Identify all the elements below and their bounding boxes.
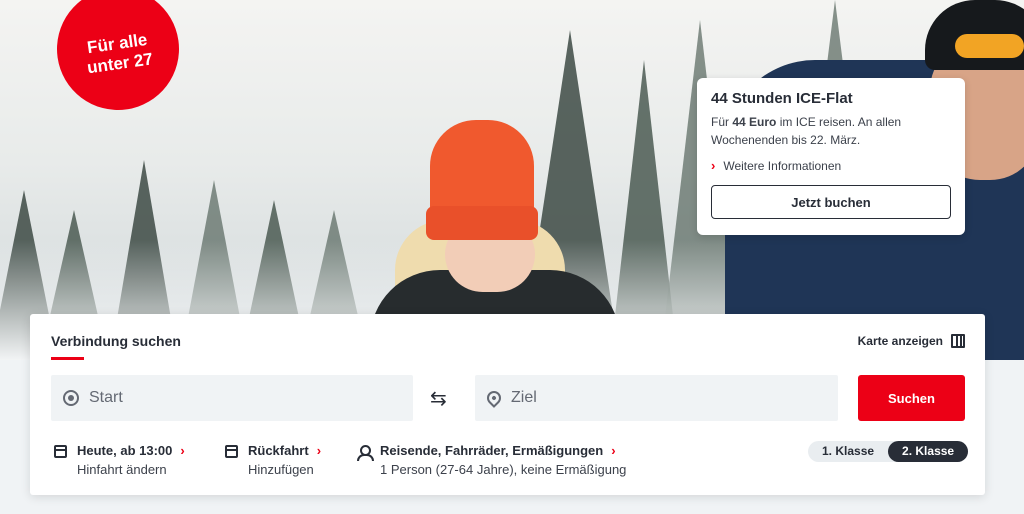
outbound-change: Hinfahrt ändern (77, 462, 167, 477)
chevron-right-icon: › (316, 443, 322, 458)
man-goggles (955, 34, 1024, 58)
promo-badge-text: Für alle unter 27 (85, 29, 155, 78)
chevron-right-icon: › (711, 158, 716, 173)
book-now-button[interactable]: Jetzt buchen (711, 185, 951, 219)
swap-icon[interactable]: ⇆ (430, 386, 447, 411)
more-info-label: Weitere Informationen (723, 158, 842, 173)
travellers-summary: 1 Person (27-64 Jahre), keine Ermäßigung (380, 462, 627, 477)
promo-card: 44 Stunden ICE-Flat Für 44 Euro im ICE r… (697, 78, 965, 235)
promo-text-pre: Für (711, 115, 733, 129)
return-label: Rückfahrt (248, 443, 309, 458)
class-toggle: 1. Klasse 2. Klasse (808, 441, 969, 462)
calendar-icon (54, 445, 67, 458)
more-info-link[interactable]: › Weitere Informationen (711, 158, 951, 173)
calendar-icon (225, 445, 238, 458)
promo-text: Für 44 Euro im ICE reisen. An allen Woch… (711, 113, 951, 149)
location-icon (63, 390, 79, 406)
map-pin-icon (484, 388, 504, 408)
panel-title: Verbindung suchen (51, 333, 181, 349)
outbound-date: Heute, ab 13:00 (77, 443, 173, 458)
map-icon (951, 334, 965, 348)
woman-hat (426, 120, 538, 240)
promo-price: 44 Euro (732, 115, 777, 129)
chevron-right-icon: › (180, 443, 185, 458)
outbound-option[interactable]: Heute, ab 13:00 › Hinfahrt ändern (54, 443, 185, 477)
second-class-option[interactable]: 2. Klasse (888, 441, 969, 462)
first-class-option[interactable]: 1. Klasse (808, 441, 888, 462)
return-add: Hinzufügen (248, 462, 314, 477)
chevron-right-icon: › (611, 443, 616, 458)
connection-search-panel: Verbindung suchen Karte anzeigen ⇆ Suche… (30, 314, 985, 495)
destination-input[interactable] (511, 389, 811, 407)
title-underline (51, 357, 84, 360)
return-option[interactable]: Rückfahrt › Hinzufügen (225, 443, 321, 477)
search-button[interactable]: Suchen (858, 375, 965, 421)
show-map-label: Karte anzeigen (857, 334, 943, 348)
travellers-option[interactable]: Reisende, Fahrräder, Ermäßigungen › 1 Per… (357, 443, 626, 477)
start-input[interactable] (89, 389, 389, 407)
destination-field[interactable] (475, 375, 838, 421)
person-icon (357, 445, 374, 461)
start-field[interactable] (51, 375, 413, 421)
show-map-link[interactable]: Karte anzeigen (858, 334, 965, 348)
travellers-label: Reisende, Fahrräder, Ermäßigungen (380, 443, 604, 458)
promo-title: 44 Stunden ICE-Flat (711, 90, 853, 107)
